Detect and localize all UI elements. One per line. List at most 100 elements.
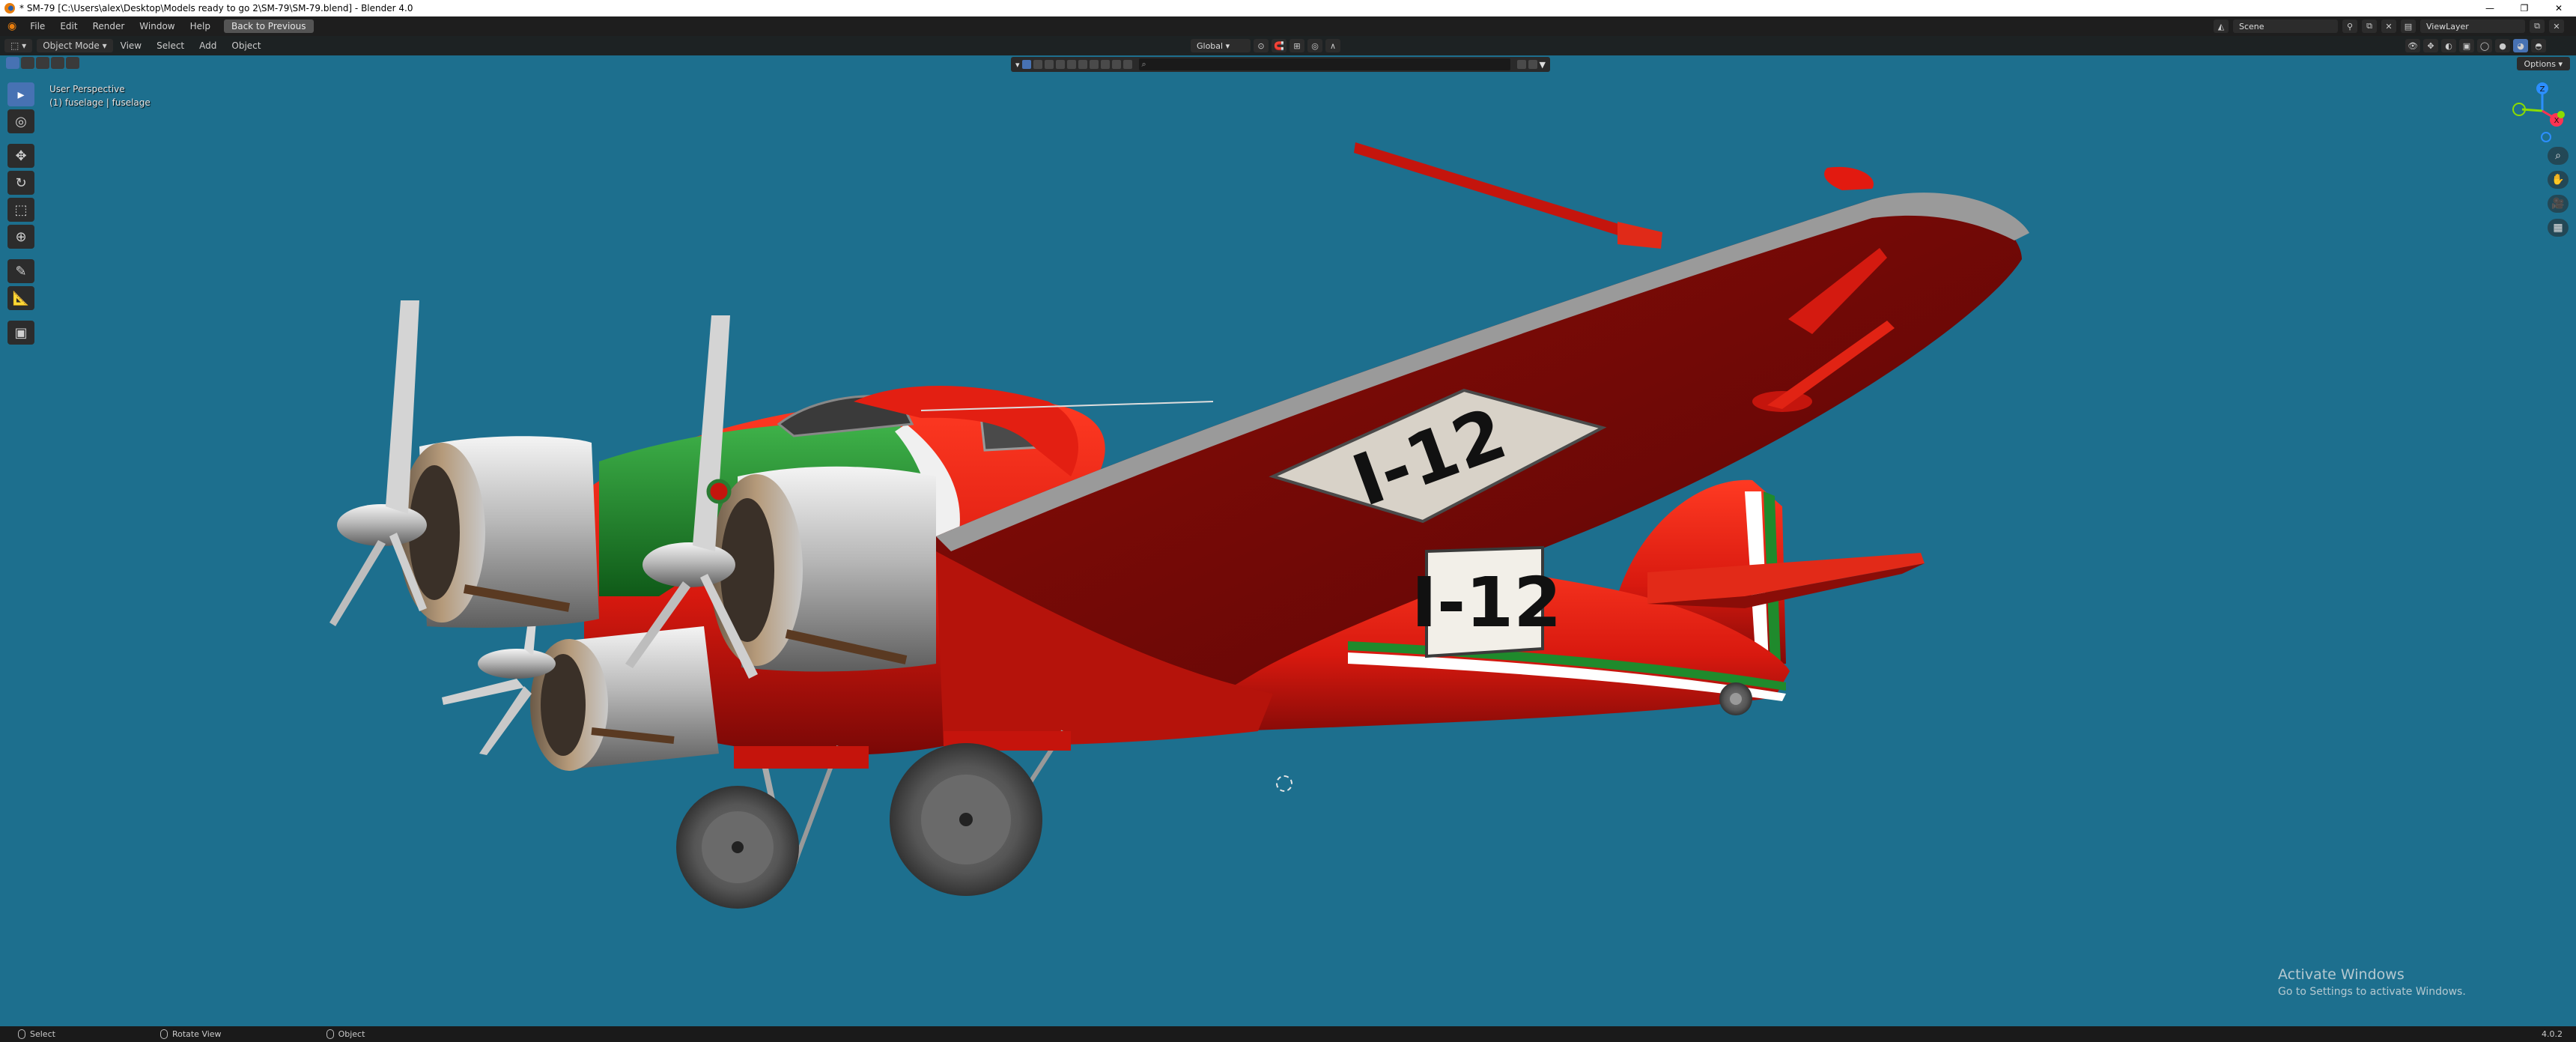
ortho-grid-icon[interactable]: ▦ [2548, 219, 2569, 237]
new-view-layer-icon[interactable]: ⧉ [2530, 19, 2545, 33]
menu-help[interactable]: Help [183, 21, 218, 31]
snap-icon[interactable]: 🧲 [1272, 39, 1287, 52]
blender-menu-icon[interactable]: ◉ [7, 20, 16, 32]
navigation-gizmo[interactable]: Z X [2501, 81, 2569, 148]
menu-edit[interactable]: Edit [52, 21, 85, 31]
shading-solid-icon[interactable]: ● [2495, 39, 2510, 52]
main-wheel-left [676, 786, 799, 909]
menu-select[interactable]: Select [149, 40, 192, 51]
visibility-icon[interactable]: 👁 [2405, 39, 2420, 52]
filter-curve-icon[interactable] [1044, 60, 1054, 69]
gizmo-neg-z[interactable] [2541, 132, 2551, 142]
minimize-icon[interactable]: — [2473, 0, 2507, 16]
tool-shelf: ▸ ◎ ✥ ↻ ⬚ ⊕ ✎ 📐 ▣ [7, 82, 34, 345]
pin-icon[interactable]: ⚲ [2342, 19, 2357, 33]
pivot-icon[interactable]: ⊙ [1254, 39, 1269, 52]
status-object-label: Object [338, 1029, 365, 1039]
new-scene-icon[interactable]: ⧉ [2362, 19, 2377, 33]
view-layer-icon[interactable]: ▤ [2401, 19, 2416, 33]
filter-funnel-icon[interactable]: ▼ [1540, 60, 1546, 70]
object-filter-bar: ▾ ⌕ ▼ [1011, 57, 1550, 72]
select-subtract-icon[interactable] [36, 57, 49, 69]
mode-dropdown[interactable]: Object Mode ▾ [37, 39, 113, 52]
rotate-tool[interactable]: ↻ [7, 171, 34, 195]
filter-text-icon[interactable] [1078, 60, 1087, 69]
falloff-icon[interactable]: ∧ [1325, 39, 1340, 52]
select-extend-icon[interactable] [21, 57, 34, 69]
shading-wireframe-icon[interactable]: ◯ [2477, 39, 2492, 52]
transform-orientation-dropdown[interactable]: Global ▾ [1191, 39, 1251, 52]
scale-tool[interactable]: ⬚ [7, 198, 34, 222]
restore-icon[interactable]: ❐ [2507, 0, 2542, 16]
mode-label: Object Mode [43, 40, 100, 51]
filter-light-icon[interactable] [1111, 60, 1121, 69]
fuselage-registration-panel: I-12 [1412, 545, 1561, 658]
airplane-model[interactable]: I-12 I-12 [0, 72, 2576, 1023]
main-wheel-right [890, 743, 1042, 896]
editor-type-dropdown[interactable]: ⬚ ▾ [4, 39, 33, 52]
options-dropdown[interactable]: Options ▾ [2516, 57, 2570, 70]
gizmo-toggle-icon[interactable]: ✥ [2423, 39, 2438, 52]
blender-topbar: ◉ File Edit Render Window Help Back to P… [0, 16, 2576, 36]
filter-surface-icon[interactable] [1055, 60, 1065, 69]
activate-title: Activate Windows [2278, 966, 2405, 983]
annotate-tool[interactable]: ✎ [7, 259, 34, 283]
window-title: * SM-79 [C:\Users\alex\Desktop\Models re… [19, 3, 413, 13]
scene-field[interactable]: Scene [2233, 19, 2338, 33]
status-select: Select [18, 1029, 55, 1039]
filter-all-icon[interactable] [1021, 60, 1031, 69]
transform-tool[interactable]: ⊕ [7, 225, 34, 249]
filter-bookmark-icon[interactable] [1516, 60, 1526, 69]
menu-add[interactable]: Add [192, 40, 224, 51]
filter-meta-icon[interactable] [1066, 60, 1076, 69]
filter-camera-icon[interactable] [1123, 60, 1132, 69]
menu-window[interactable]: Window [132, 21, 182, 31]
pan-hand-icon[interactable]: ✋ [2548, 171, 2569, 189]
filter-empty-icon[interactable] [1100, 60, 1110, 69]
select-invert-icon[interactable] [51, 57, 64, 69]
filter-sort-icon[interactable] [1528, 60, 1537, 69]
viewport-subheader: ▾ ⌕ ▼ Options ▾ [0, 55, 2576, 72]
overlay-icon[interactable]: ◐ [2441, 39, 2456, 52]
add-cube-tool[interactable]: ▣ [7, 321, 34, 345]
select-box-tool[interactable]: ▸ [7, 82, 34, 106]
move-tool[interactable]: ✥ [7, 144, 34, 168]
3d-cursor[interactable] [1276, 775, 1292, 792]
menu-render[interactable]: Render [85, 21, 133, 31]
activate-windows-watermark: Activate Windows Go to Settings to activ… [2278, 966, 2466, 998]
menu-object[interactable]: Object [224, 40, 268, 51]
selection-modes [6, 57, 79, 69]
view-layer-field[interactable]: ViewLayer [2420, 19, 2525, 33]
proportional-edit-icon[interactable]: ◎ [1307, 39, 1322, 52]
menu-view[interactable]: View [113, 40, 149, 51]
status-select-label: Select [30, 1029, 55, 1039]
mouse-middle-icon [160, 1029, 168, 1039]
engine-left [329, 300, 599, 628]
zoom-icon[interactable]: ⌕ [2548, 147, 2569, 165]
status-rotate: Rotate View [160, 1029, 222, 1039]
filter-mesh-icon[interactable] [1033, 60, 1042, 69]
blender-logo-icon [4, 3, 15, 13]
delete-view-layer-icon[interactable]: ✕ [2549, 19, 2564, 33]
camera-view-icon[interactable]: 🎥 [2548, 195, 2569, 213]
scene-icon[interactable]: ◭ [2214, 19, 2229, 33]
select-intersect-icon[interactable] [66, 57, 79, 69]
measure-tool[interactable]: 📐 [7, 286, 34, 310]
snap-target-icon[interactable]: ⊞ [1289, 39, 1304, 52]
cursor-tool[interactable]: ◎ [7, 109, 34, 133]
options-label: Options [2524, 58, 2556, 69]
shading-material-icon[interactable]: ◕ [2513, 39, 2528, 52]
filter-armature-icon[interactable] [1089, 60, 1099, 69]
back-to-previous-button[interactable]: Back to Previous [223, 19, 314, 33]
transform-orientation-label: Global [1197, 40, 1224, 51]
filter-search-input[interactable]: ⌕ [1138, 58, 1510, 70]
xray-icon[interactable]: ▣ [2459, 39, 2474, 52]
select-new-icon[interactable] [6, 57, 19, 69]
gizmo-y-axis[interactable] [2557, 111, 2565, 118]
shading-rendered-icon[interactable]: ◓ [2531, 39, 2546, 52]
filter-dropdown-icon[interactable]: ▾ [1015, 60, 1020, 70]
close-icon[interactable]: ✕ [2542, 0, 2576, 16]
mouse-right-icon [326, 1029, 334, 1039]
delete-scene-icon[interactable]: ✕ [2381, 19, 2396, 33]
menu-file[interactable]: File [22, 21, 52, 31]
